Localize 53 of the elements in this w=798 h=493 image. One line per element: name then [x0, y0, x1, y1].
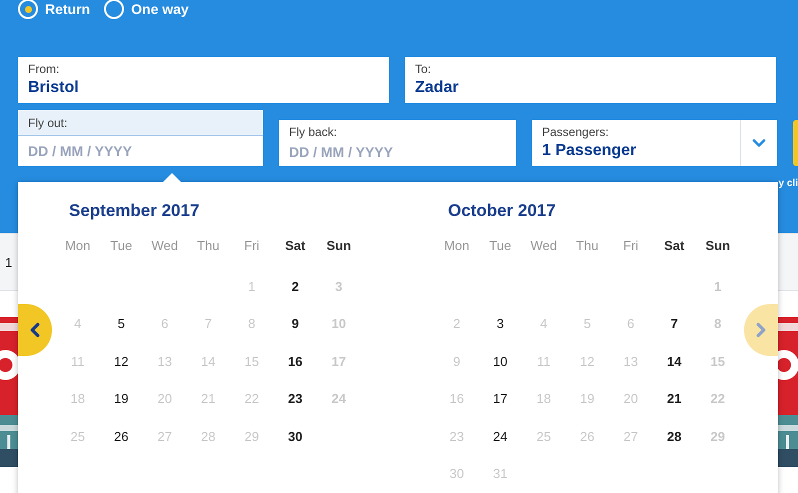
- weekday-label: Sat: [663, 236, 686, 254]
- text-field[interactable]: From: Bristol: [18, 57, 389, 103]
- calendar-day[interactable]: 7: [666, 314, 682, 334]
- calendar-day[interactable]: 5: [114, 314, 129, 334]
- date-input[interactable]: DD / MM / YYYY: [18, 136, 238, 159]
- calendar-day[interactable]: 2: [288, 276, 303, 296]
- field-value: 1 Passenger: [541, 141, 638, 160]
- note-text: y cli: [778, 178, 798, 189]
- calendar-day[interactable]: 14: [663, 352, 686, 371]
- calendar-day[interactable]: 28: [663, 426, 686, 446]
- date-field[interactable]: Fly out: DD / MM / YYYY: [18, 110, 263, 166]
- calendar-day[interactable]: 10: [489, 352, 512, 371]
- weekday-label: Mon: [443, 236, 470, 254]
- field-value: Bristol: [27, 78, 80, 97]
- weekday-label: Sun: [704, 236, 732, 254]
- calendar-day[interactable]: 12: [110, 352, 132, 371]
- month-title: September 2017: [69, 200, 200, 222]
- weekday-label: Fri: [243, 236, 260, 254]
- calendar-day[interactable]: 16: [284, 352, 306, 371]
- weekday-label: Fri: [622, 236, 640, 254]
- date-input[interactable]: DD / MM / YYYY: [279, 139, 499, 160]
- weekday-label: Tue: [488, 236, 512, 254]
- field-value: Zadar: [414, 78, 460, 97]
- weekday-label: Wed: [150, 236, 179, 254]
- calendar-day[interactable]: 21: [663, 389, 686, 408]
- row-text: 1: [5, 254, 12, 270]
- field-label: To:: [414, 61, 432, 76]
- calendar-day[interactable]: 9: [288, 314, 303, 334]
- field-label: From:: [27, 61, 60, 76]
- passengers-select[interactable]: Passengers: 1 Passenger: [532, 120, 777, 166]
- weekday-label: Thu: [196, 236, 220, 254]
- weekday-label: Wed: [530, 236, 558, 254]
- calendar-day[interactable]: 3: [492, 314, 508, 334]
- calendar-day[interactable]: 17: [489, 389, 512, 408]
- weekday-label: Mon: [64, 236, 92, 254]
- previous-month-button[interactable]: [18, 304, 52, 356]
- trip-type-radio[interactable]: One way: [104, 0, 189, 19]
- field-label: Fly out:: [18, 110, 263, 136]
- weekday-label: Sat: [284, 236, 306, 254]
- weekday-label: Tue: [109, 236, 134, 254]
- date-field[interactable]: Fly back: DD / MM / YYYY: [279, 120, 516, 166]
- field-label: Passengers:: [541, 124, 610, 139]
- calendar-day[interactable]: 19: [110, 389, 132, 408]
- weekday-label: Sun: [325, 236, 352, 254]
- calendar-day[interactable]: 26: [110, 426, 132, 446]
- text-field[interactable]: To: Zadar: [405, 57, 776, 103]
- trip-type-radio[interactable]: Return: [18, 0, 90, 19]
- field-label: Fly back:: [288, 124, 338, 139]
- calendar-day[interactable]: 24: [489, 426, 512, 446]
- weekday-label: Thu: [575, 236, 600, 254]
- calendar-day[interactable]: 30: [284, 426, 306, 446]
- month-title: October 2017: [448, 200, 557, 222]
- calendar-day[interactable]: 23: [284, 389, 306, 408]
